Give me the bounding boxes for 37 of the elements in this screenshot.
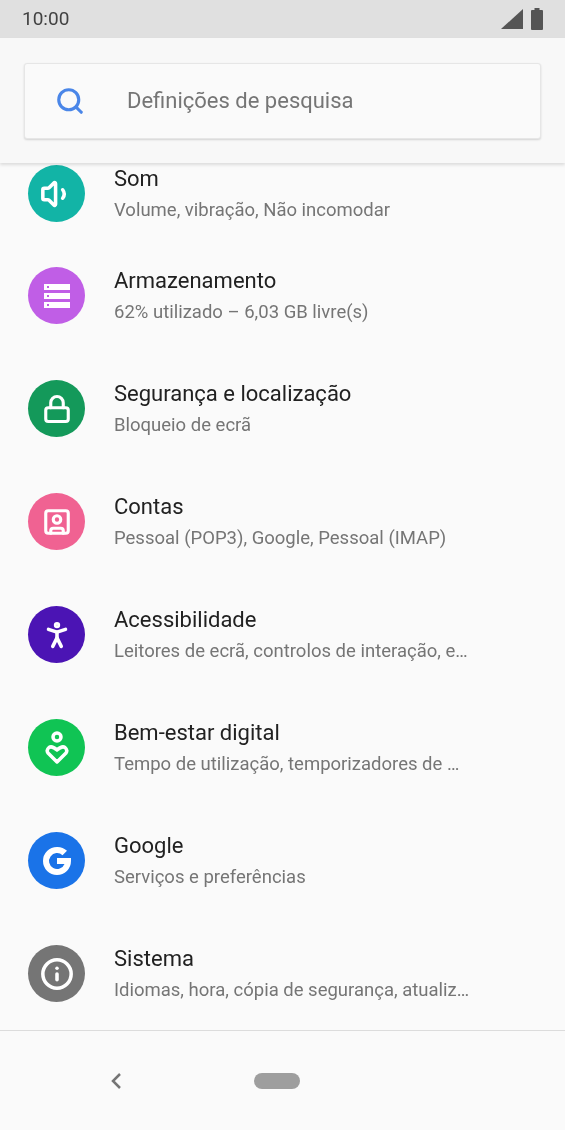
settings-item[interactable]: Acessibilidade Leitores de ecrã, controlos de interação, e… xyxy=(0,578,565,691)
settings-subtitle: Volume, vibração, Não incomodar xyxy=(114,197,391,223)
settings-title: Acessibilidade xyxy=(114,605,258,634)
signal-icon xyxy=(501,9,523,29)
settings-title: Segurança e localização xyxy=(114,379,352,408)
settings-title: Google xyxy=(114,831,185,860)
settings-subtitle: Tempo de utilização, temporizadores de … xyxy=(114,751,460,777)
settings-subtitle: Serviços e preferências xyxy=(114,864,306,890)
status-time: 10:00 xyxy=(22,5,70,32)
settings-title: Bem-estar digital xyxy=(114,718,281,747)
settings-item[interactable]: Segurança e localização Bloqueio de ecrã xyxy=(0,352,565,465)
settings-subtitle: Idiomas, hora, cópia de segurança, atualiz… xyxy=(114,977,470,1003)
info-icon xyxy=(39,956,74,991)
search-input[interactable]: Definições de pesquisa xyxy=(127,84,540,117)
settings-item[interactable]: Bem-estar digital Tempo de utilização, temporizadores de … xyxy=(0,691,565,804)
settings-title: Contas xyxy=(114,492,185,521)
settings-subtitle: 62% utilizado – 6,03 GB livre(s) xyxy=(114,299,369,325)
search-icon xyxy=(55,85,85,116)
settings-title: Som xyxy=(114,164,160,193)
settings-item[interactable]: Sistema Idiomas, hora, cópia de segurança, atualiz… xyxy=(0,917,565,1030)
storage-icon xyxy=(42,282,71,309)
settings-item[interactable]: Som Volume, vibração, Não incomodar xyxy=(0,163,565,239)
account-icon xyxy=(41,506,72,537)
search-field[interactable]: Definições de pesquisa xyxy=(24,62,541,139)
settings-item[interactable]: Armazenamento 62% utilizado – 6,03 GB livre(s) xyxy=(0,239,565,352)
heart-person-icon xyxy=(43,730,70,765)
settings-subtitle: Bloqueio de ecrã xyxy=(114,412,253,438)
home-button[interactable] xyxy=(254,1072,300,1089)
settings-title: Sistema xyxy=(114,944,195,973)
settings-subtitle: Pessoal (POP3), Google, Pessoal (IMAP) xyxy=(114,525,447,551)
settings-title: Armazenamento xyxy=(114,266,278,295)
settings-subtitle: Leitores de ecrã, controlos de interação, e… xyxy=(114,638,468,664)
back-icon[interactable] xyxy=(110,1071,122,1090)
settings-item[interactable]: Google Serviços e preferências xyxy=(0,804,565,917)
battery-icon xyxy=(531,8,543,30)
lock-icon xyxy=(41,393,72,424)
settings-item[interactable]: Contas Pessoal (POP3), Google, Pessoal (IMAP) xyxy=(0,465,565,578)
